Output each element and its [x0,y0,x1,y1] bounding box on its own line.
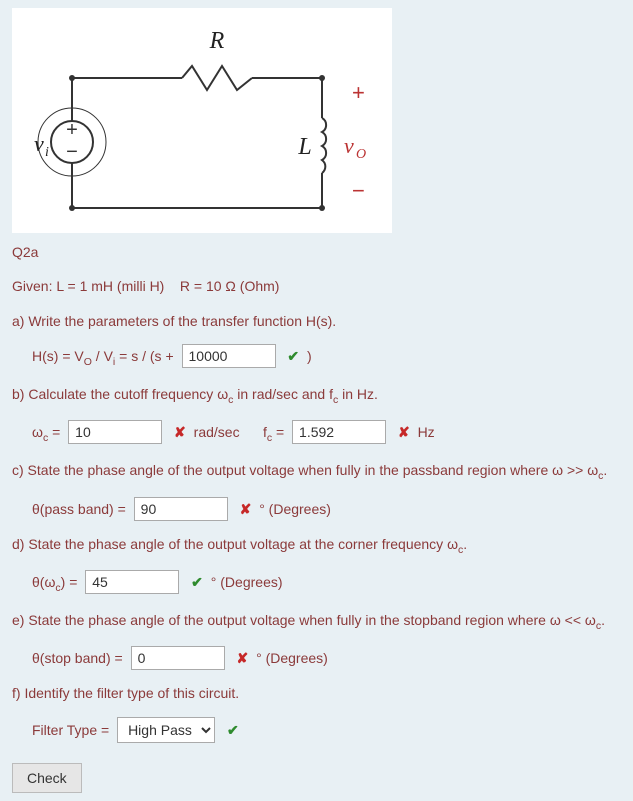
corner-input[interactable] [85,570,179,594]
stopband-input[interactable] [131,646,225,670]
svg-text:−: − [352,178,365,203]
part-e-row: θ(stop band) = ✘ ° (Degrees) [32,646,621,670]
svg-text:−: − [66,141,78,163]
part-f-row: Filter Type = High Pass ✔ [32,717,621,743]
check-icon: ✔ [191,571,203,593]
wc-input[interactable] [68,420,162,444]
cross-icon: ✘ [236,647,248,669]
svg-text:v: v [344,133,354,158]
check-icon: ✔ [287,345,299,367]
part-e-prompt: e) State the phase angle of the output v… [12,609,621,635]
part-c-row: θ(pass band) = ✘ ° (Degrees) [32,497,621,521]
cross-icon: ✘ [174,421,186,443]
check-button[interactable]: Check [12,763,82,793]
question-given: Given: L = 1 mH (milli H) R = 10 Ω (Ohm) [12,275,621,297]
filter-type-select[interactable]: High Pass [117,717,215,743]
part-d-prompt: d) State the phase angle of the output v… [12,533,621,559]
check-icon: ✔ [227,719,239,741]
cross-icon: ✘ [240,498,252,520]
passband-input[interactable] [134,497,228,521]
question-title: Q2a [12,241,621,263]
part-f-prompt: f) Identify the filter type of this circ… [12,682,621,704]
part-b-prompt: b) Calculate the cutoff frequency ωc in … [12,383,621,409]
part-a-prompt: a) Write the parameters of the transfer … [12,310,621,332]
svg-text:L: L [297,134,311,160]
part-d-row: θ(ωc) = ✔ ° (Degrees) [32,570,621,597]
a-eq-pre: H(s) = V [32,348,84,364]
svg-text:O: O [356,147,366,162]
svg-text:R: R [209,28,225,54]
part-a-row: H(s) = VO / Vi = s / (s + ✔ ) [32,344,621,371]
svg-text:+: + [352,80,365,105]
circuit-diagram: + − R L v i v O + − [12,8,392,233]
part-b-row: ωc = ✘ rad/sec fc = ✘ Hz [32,420,621,447]
svg-text:+: + [66,119,78,141]
svg-text:i: i [45,145,49,160]
a-input[interactable] [182,344,276,368]
fc-input[interactable] [292,420,386,444]
svg-text:v: v [34,131,44,156]
cross-icon: ✘ [398,421,410,443]
part-c-prompt: c) State the phase angle of the output v… [12,459,621,485]
